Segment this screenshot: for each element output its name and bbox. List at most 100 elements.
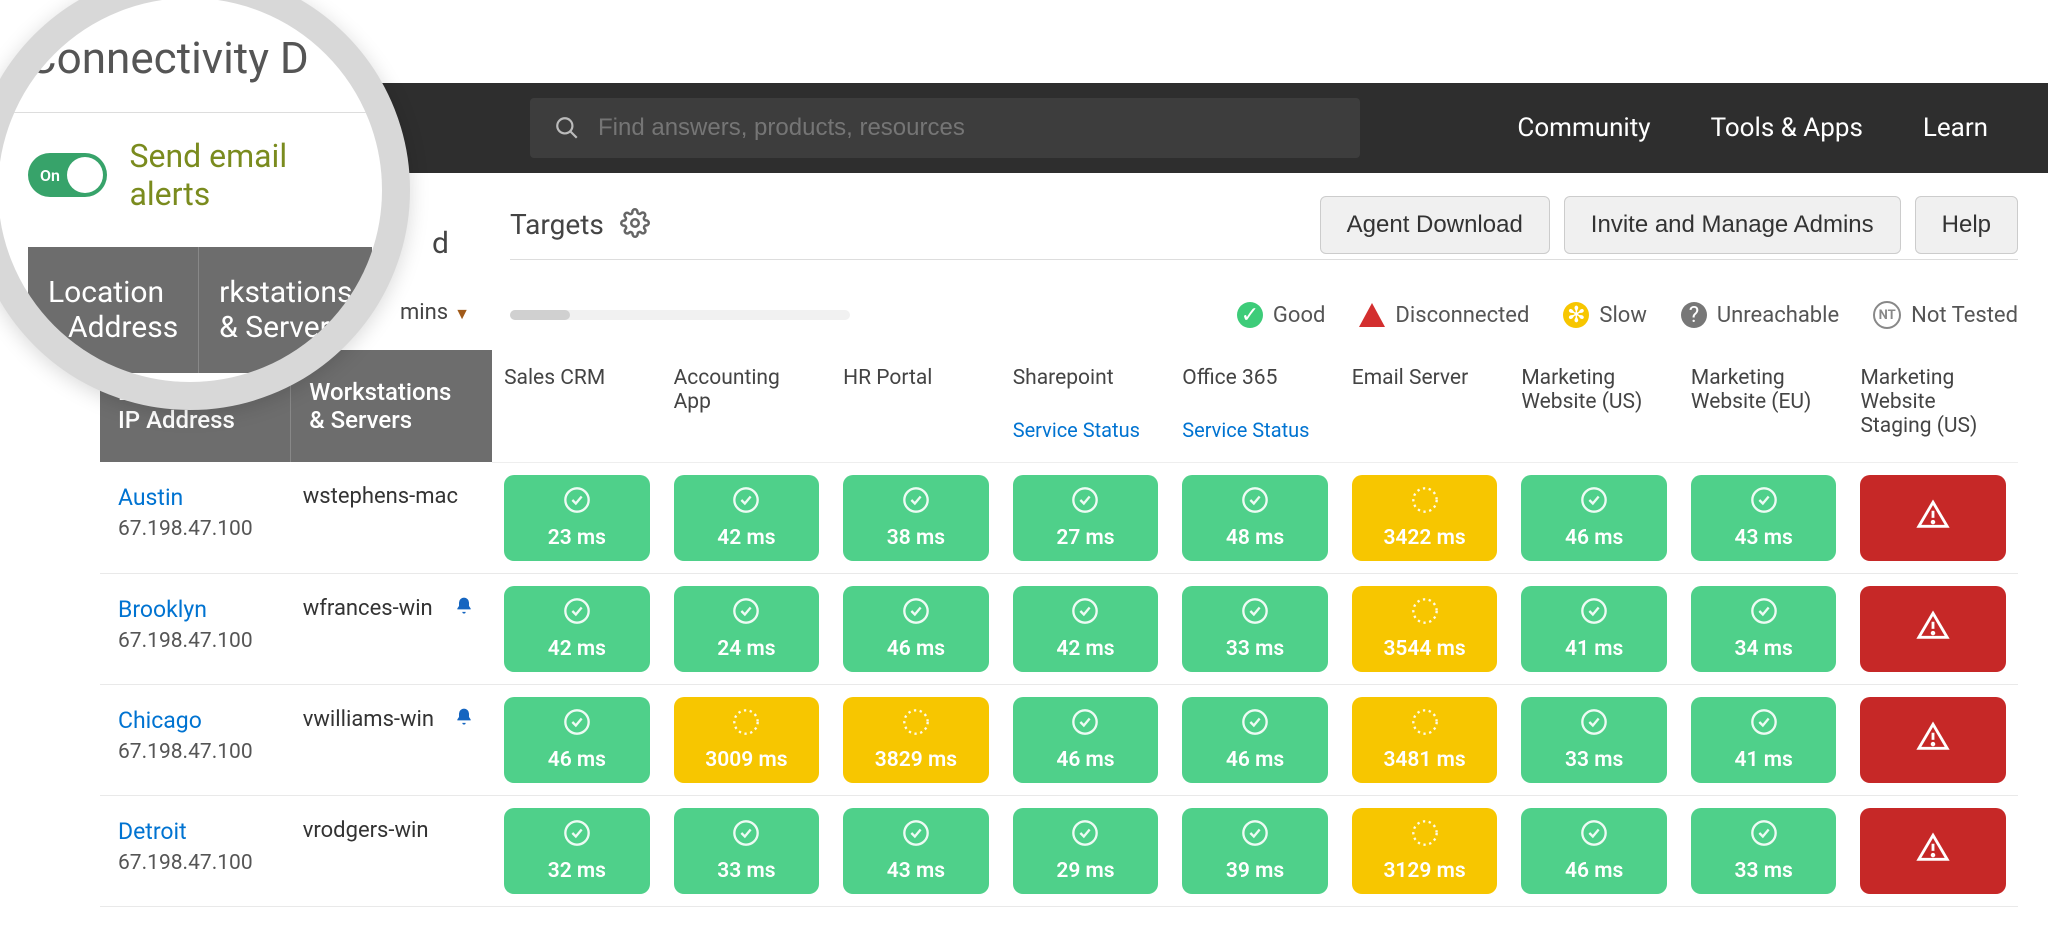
latency-cell[interactable]: 48 ms <box>1170 462 1340 573</box>
latency-value: 41 ms <box>1735 748 1793 772</box>
nav-learn[interactable]: Learn <box>1923 113 1988 143</box>
not-tested-icon: NT <box>1873 301 1901 329</box>
status-legend: ✓Good Disconnected ✻Slow ?Unreachable NT… <box>1237 301 2018 329</box>
alert-triangle-icon <box>1916 720 1950 760</box>
slow-icon <box>1411 597 1439 631</box>
location-cell: Chicago 67.198.47.100 <box>100 684 291 795</box>
legend-disconnected: Disconnected <box>1359 303 1529 328</box>
check-icon <box>1750 597 1778 631</box>
latency-cell[interactable]: 3009 ms <box>662 684 832 795</box>
col-target: Accounting App <box>662 350 832 462</box>
agent-download-button[interactable]: Agent Download <box>1320 196 1550 254</box>
latency-cell[interactable]: 33 ms <box>1679 795 1849 906</box>
latency-cell[interactable]: 42 ms <box>492 573 662 684</box>
latency-cell[interactable]: 33 ms <box>1170 573 1340 684</box>
slow-icon: ✻ <box>1563 302 1589 328</box>
latency-cell[interactable] <box>1848 573 2018 684</box>
latency-value: 42 ms <box>717 526 775 550</box>
slow-icon <box>1411 486 1439 520</box>
magnifier-lens: Connectivity D On Send email alerts Loca… <box>0 0 410 410</box>
latency-cell[interactable]: 3481 ms <box>1340 684 1510 795</box>
check-icon <box>1241 597 1269 631</box>
location-cell: Brooklyn67.198.47.100 <box>100 573 291 684</box>
latency-value: 3829 ms <box>875 748 957 772</box>
location-link[interactable]: Brooklyn <box>118 596 207 623</box>
search-box[interactable] <box>530 98 1360 158</box>
location-link[interactable]: Austin <box>118 484 183 511</box>
latency-cell[interactable]: 3422 ms <box>1340 462 1510 573</box>
latency-value: 3009 ms <box>705 748 787 772</box>
check-icon <box>732 486 760 520</box>
ip-address: 67.198.47.100 <box>118 517 273 541</box>
latency-cell[interactable]: 39 ms <box>1170 795 1340 906</box>
latency-value: 33 ms <box>1735 859 1793 883</box>
bell-icon[interactable] <box>454 707 474 733</box>
latency-cell[interactable]: 42 ms <box>662 462 832 573</box>
workstation-cell: wstephens-mac <box>291 462 492 573</box>
latency-cell[interactable]: 38 ms <box>831 462 1001 573</box>
location-link[interactable]: Detroit <box>118 818 187 845</box>
admins-dropdown-fragment[interactable]: mins▼ <box>400 300 470 325</box>
latency-cell[interactable]: 43 ms <box>831 795 1001 906</box>
latency-cell[interactable]: 33 ms <box>662 795 832 906</box>
latency-cell[interactable] <box>1848 684 2018 795</box>
location-link[interactable]: Chicago <box>118 707 202 734</box>
latency-cell[interactable]: 3829 ms <box>831 684 1001 795</box>
latency-cell[interactable]: 46 ms <box>1001 684 1171 795</box>
latency-cell[interactable]: 3129 ms <box>1340 795 1510 906</box>
col-target: HR Portal <box>831 350 1001 462</box>
invite-admins-button[interactable]: Invite and Manage Admins <box>1564 196 1901 254</box>
latency-cell[interactable]: 46 ms <box>492 684 662 795</box>
check-icon <box>732 819 760 853</box>
latency-cell[interactable]: 3544 ms <box>1340 573 1510 684</box>
latency-value: 3129 ms <box>1383 859 1465 883</box>
question-icon: ? <box>1681 302 1707 328</box>
check-icon <box>1071 486 1099 520</box>
ip-address: 67.198.47.100 <box>118 740 273 764</box>
latency-cell[interactable]: 46 ms <box>831 573 1001 684</box>
location-cell: Austin 67.198.47.100 <box>100 462 291 573</box>
latency-cell[interactable]: 29 ms <box>1001 795 1171 906</box>
latency-cell[interactable]: 46 ms <box>1170 684 1340 795</box>
search-input[interactable] <box>598 114 1336 142</box>
dashboard-title: Connectivity D <box>28 32 352 84</box>
alert-triangle-icon <box>1916 498 1950 538</box>
slow-icon <box>732 708 760 742</box>
gear-icon[interactable] <box>620 208 650 242</box>
alert-triangle-icon <box>1916 609 1950 649</box>
check-icon <box>902 486 930 520</box>
email-alerts-toggle[interactable]: On <box>28 153 107 197</box>
help-button[interactable]: Help <box>1915 196 2018 254</box>
latency-cell[interactable] <box>1848 462 2018 573</box>
latency-cell[interactable]: 43 ms <box>1679 462 1849 573</box>
latency-cell[interactable]: 41 ms <box>1509 573 1679 684</box>
service-status-link[interactable]: Service Status <box>1182 418 1328 442</box>
latency-cell[interactable]: 42 ms <box>1001 573 1171 684</box>
latency-cell[interactable]: 24 ms <box>662 573 832 684</box>
latency-cell[interactable]: 46 ms <box>1509 462 1679 573</box>
col-target: Email Server <box>1340 350 1510 462</box>
latency-value: 3422 ms <box>1383 526 1465 550</box>
check-icon <box>1241 708 1269 742</box>
nav-community[interactable]: Community <box>1517 113 1650 143</box>
latency-cell[interactable]: 33 ms <box>1509 684 1679 795</box>
col-target: Sales CRM <box>492 350 662 462</box>
nav-tools[interactable]: Tools & Apps <box>1711 113 1863 143</box>
latency-value: 33 ms <box>717 859 775 883</box>
latency-cell[interactable]: 23 ms <box>492 462 662 573</box>
latency-cell[interactable]: 41 ms <box>1679 684 1849 795</box>
alert-triangle-icon <box>1359 303 1385 327</box>
workstation-cell: wfrances-win <box>291 573 492 684</box>
table-row: Detroit67.198.47.100vrodgers-win32 ms33 … <box>100 795 2018 906</box>
bell-icon[interactable] <box>454 596 474 622</box>
latency-cell[interactable]: 32 ms <box>492 795 662 906</box>
latency-cell[interactable]: 34 ms <box>1679 573 1849 684</box>
latency-cell[interactable]: 27 ms <box>1001 462 1171 573</box>
workstation-cell: vrodgers-win <box>291 795 492 906</box>
slow-icon <box>902 708 930 742</box>
horizontal-scrollbar[interactable] <box>510 310 850 320</box>
latency-cell[interactable]: 46 ms <box>1509 795 1679 906</box>
latency-cell[interactable] <box>1848 795 2018 906</box>
latency-value: 3544 ms <box>1383 637 1465 661</box>
service-status-link[interactable]: Service Status <box>1013 418 1159 442</box>
